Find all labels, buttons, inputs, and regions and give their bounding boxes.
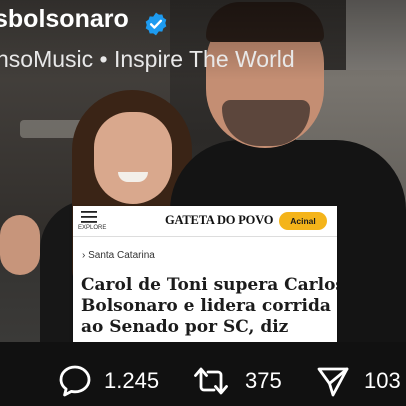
post-photo[interactable]: sbolsonaro nsoMusic • Inspire The World … (0, 0, 406, 342)
reply-count: 1.245 (104, 368, 160, 393)
post-screen: sbolsonaro nsoMusic • Inspire The World … (0, 0, 406, 406)
share-count: 103 (364, 368, 401, 393)
article-breadcrumb[interactable]: › Santa Catarina (82, 250, 155, 261)
share-icon (317, 367, 349, 397)
headline-line: Carol de Toni supera Carlos (81, 275, 337, 295)
post-tagline: nsoMusic • Inspire The World (0, 46, 295, 72)
post-action-bar: 1.245 375 103 (0, 342, 406, 406)
hamburger-menu-icon[interactable] (81, 211, 97, 223)
article-headline: Carol de Toni supera Carlos Bolsonaro e … (81, 275, 337, 338)
repost-icon (194, 367, 228, 395)
person-woman-face (94, 112, 172, 204)
headline-line: ao Senado por SC, diz (81, 317, 289, 337)
reply-icon (59, 365, 91, 397)
menu-label: EXPLORE (78, 225, 107, 231)
repost-count: 375 (245, 368, 282, 393)
verified-badge-icon (145, 12, 167, 36)
username[interactable]: sbolsonaro (0, 5, 129, 34)
reply-button[interactable]: 1.245 (58, 364, 168, 397)
repost-button[interactable]: 375 (193, 364, 293, 395)
share-button[interactable]: 103 (316, 364, 406, 397)
news-article-card[interactable]: EXPLORE GATETA DO POVO Acinal › Santa Ca… (73, 206, 337, 342)
news-topbar: EXPLORE GATETA DO POVO Acinal (73, 206, 337, 237)
subscribe-button[interactable]: Acinal (279, 212, 327, 230)
headline-line: Bolsonaro e lidera corrida (81, 296, 331, 316)
person-arm (0, 215, 40, 275)
newspaper-masthead: GATETA DO POVO (165, 213, 274, 227)
